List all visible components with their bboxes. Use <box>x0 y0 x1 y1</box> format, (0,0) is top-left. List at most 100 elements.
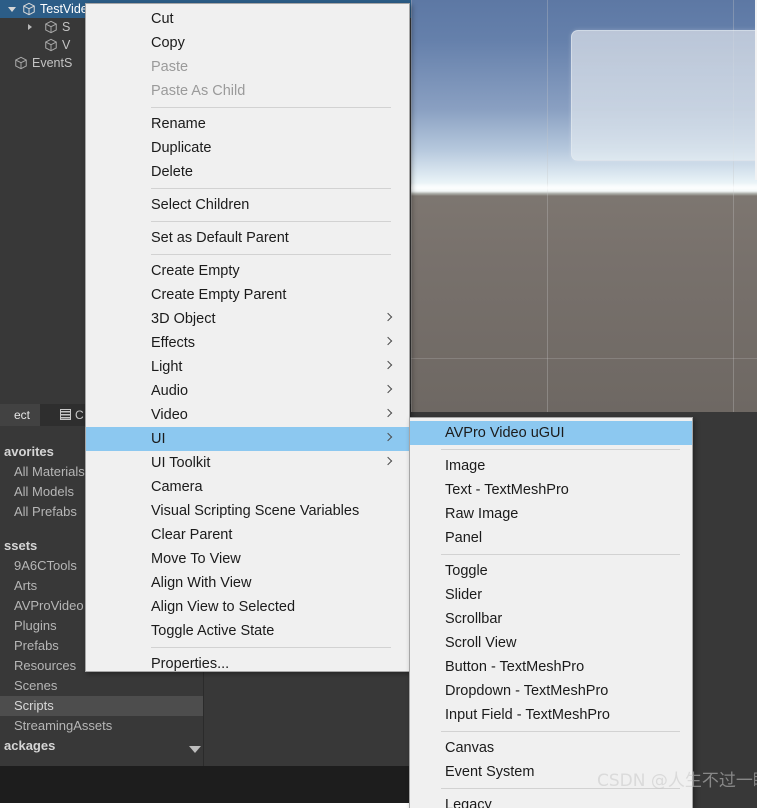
chevron-right-icon <box>383 384 393 394</box>
scrollbar-down-arrow-icon[interactable] <box>189 746 201 753</box>
submenu-item-label: Button - TextMeshPro <box>445 659 585 675</box>
menu-item-label: Effects <box>151 335 196 351</box>
submenu-item-legacy[interactable]: Legacy <box>410 793 692 808</box>
menu-item-align-with-view[interactable]: Align With View <box>86 571 409 595</box>
submenu-item-label: Slider <box>445 587 483 603</box>
menu-item-label: 3D Object <box>151 311 216 327</box>
menu-separator <box>151 647 391 648</box>
menu-item-set-as-default-parent[interactable]: Set as Default Parent <box>86 226 409 250</box>
ui-submenu[interactable]: AVPro Video uGUI Image Text - TextMeshPr… <box>409 417 693 808</box>
scene-view[interactable] <box>411 0 757 412</box>
submenu-item-raw-image[interactable]: Raw Image <box>410 502 692 526</box>
project-item-label: All Materials <box>14 464 85 479</box>
submenu-item-label: Panel <box>445 530 483 546</box>
scene-horizon <box>411 183 757 193</box>
submenu-item-avpro-video-ugui[interactable]: AVPro Video uGUI <box>410 421 692 445</box>
project-item-label: Scripts <box>14 698 54 713</box>
project-item-label: Scenes <box>14 678 58 693</box>
submenu-item-event-system[interactable]: Event System <box>410 760 692 784</box>
submenu-item-input-field-textmeshpro[interactable]: Input Field - TextMeshPro <box>410 703 692 727</box>
menu-item-visual-scripting-scene-variables[interactable]: Visual Scripting Scene Variables <box>86 499 409 523</box>
menu-separator <box>151 107 391 108</box>
menu-item-move-to-view[interactable]: Move To View <box>86 547 409 571</box>
menu-item-label: Select Children <box>151 197 250 213</box>
scene-grid-line <box>547 0 548 412</box>
menu-item-delete[interactable]: Delete <box>86 160 409 184</box>
menu-item-video[interactable]: Video <box>86 403 409 427</box>
submenu-item-dropdown-textmeshpro[interactable]: Dropdown - TextMeshPro <box>410 679 692 703</box>
menu-item-cut[interactable]: Cut <box>86 7 409 31</box>
menu-item-label: UI Toolkit <box>151 455 211 471</box>
submenu-item-scroll-view[interactable]: Scroll View <box>410 631 692 655</box>
menu-item-light[interactable]: Light <box>86 355 409 379</box>
submenu-item-label: Image <box>445 458 486 474</box>
menu-item-create-empty-parent[interactable]: Create Empty Parent <box>86 283 409 307</box>
submenu-item-label: Legacy <box>445 797 492 808</box>
project-item-label: Arts <box>14 578 38 593</box>
menu-item-label: Properties... <box>151 656 230 672</box>
menu-item-label: Paste As Child <box>151 83 246 99</box>
menu-item-effects[interactable]: Effects <box>86 331 409 355</box>
hierarchy-label: S <box>62 20 71 34</box>
menu-item-label: Camera <box>151 479 203 495</box>
menu-item-3d-object[interactable]: 3D Object <box>86 307 409 331</box>
project-group-label: ackages <box>4 738 56 753</box>
menu-item-label: UI <box>151 431 166 447</box>
submenu-item-canvas[interactable]: Canvas <box>410 736 692 760</box>
scene-canvas-object[interactable] <box>571 30 757 161</box>
menu-item-toggle-active-state[interactable]: Toggle Active State <box>86 619 409 643</box>
menu-item-paste-as-child: Paste As Child <box>86 79 409 103</box>
editor-window: ◄█ TestVideo S V <box>0 0 757 808</box>
submenu-item-label: Canvas <box>445 740 495 756</box>
chevron-right-icon <box>383 456 393 466</box>
submenu-item-text-textmeshpro[interactable]: Text - TextMeshPro <box>410 478 692 502</box>
menu-item-label: Set as Default Parent <box>151 230 289 246</box>
menu-item-properties[interactable]: Properties... <box>86 652 409 676</box>
menu-item-label: Align With View <box>151 575 252 591</box>
tab-project[interactable]: ect <box>0 404 40 426</box>
menu-item-label: Align View to Selected <box>151 599 296 615</box>
menu-item-label: Cut <box>151 11 174 27</box>
menu-item-label: Toggle Active State <box>151 623 275 639</box>
hierarchy-context-menu[interactable]: Cut Copy Paste Paste As Child Rename Dup… <box>85 3 410 672</box>
menu-item-label: Light <box>151 359 183 375</box>
submenu-item-panel[interactable]: Panel <box>410 526 692 550</box>
menu-item-rename[interactable]: Rename <box>86 112 409 136</box>
menu-item-create-empty[interactable]: Create Empty <box>86 259 409 283</box>
submenu-item-label: Event System <box>445 764 535 780</box>
chevron-down-icon[interactable] <box>8 7 16 12</box>
menu-item-label: Paste <box>151 59 189 75</box>
menu-item-ui[interactable]: UI <box>86 427 409 451</box>
cube-icon <box>15 56 27 70</box>
project-item-label: Resources <box>14 658 77 673</box>
submenu-item-image[interactable]: Image <box>410 454 692 478</box>
scene-grid-line <box>411 0 412 412</box>
project-item-label: All Models <box>14 484 74 499</box>
submenu-item-scrollbar[interactable]: Scrollbar <box>410 607 692 631</box>
menu-item-clear-parent[interactable]: Clear Parent <box>86 523 409 547</box>
window-bottom-edge <box>0 803 411 808</box>
menu-item-align-view-to-selected[interactable]: Align View to Selected <box>86 595 409 619</box>
menu-item-duplicate[interactable]: Duplicate <box>86 136 409 160</box>
menu-item-select-children[interactable]: Select Children <box>86 193 409 217</box>
submenu-item-toggle[interactable]: Toggle <box>410 559 692 583</box>
chevron-right-icon <box>383 312 393 322</box>
menu-item-audio[interactable]: Audio <box>86 379 409 403</box>
chevron-right-icon <box>383 336 393 346</box>
menu-item-copy[interactable]: Copy <box>86 31 409 55</box>
project-status-bar <box>0 766 411 808</box>
menu-separator <box>151 188 391 189</box>
menu-item-camera[interactable]: Camera <box>86 475 409 499</box>
console-tab-icon <box>60 409 71 420</box>
cube-icon <box>45 20 57 34</box>
submenu-item-label: Text - TextMeshPro <box>445 482 569 498</box>
menu-item-ui-toolkit[interactable]: UI Toolkit <box>86 451 409 475</box>
hierarchy-label: V <box>62 38 71 52</box>
project-group-label: avorites <box>4 444 54 459</box>
menu-separator <box>151 254 391 255</box>
project-item-label: 9A6CTools <box>14 558 77 573</box>
tab-console-label: C <box>75 408 84 422</box>
chevron-right-icon[interactable] <box>28 23 32 30</box>
submenu-item-slider[interactable]: Slider <box>410 583 692 607</box>
submenu-item-button-textmeshpro[interactable]: Button - TextMeshPro <box>410 655 692 679</box>
